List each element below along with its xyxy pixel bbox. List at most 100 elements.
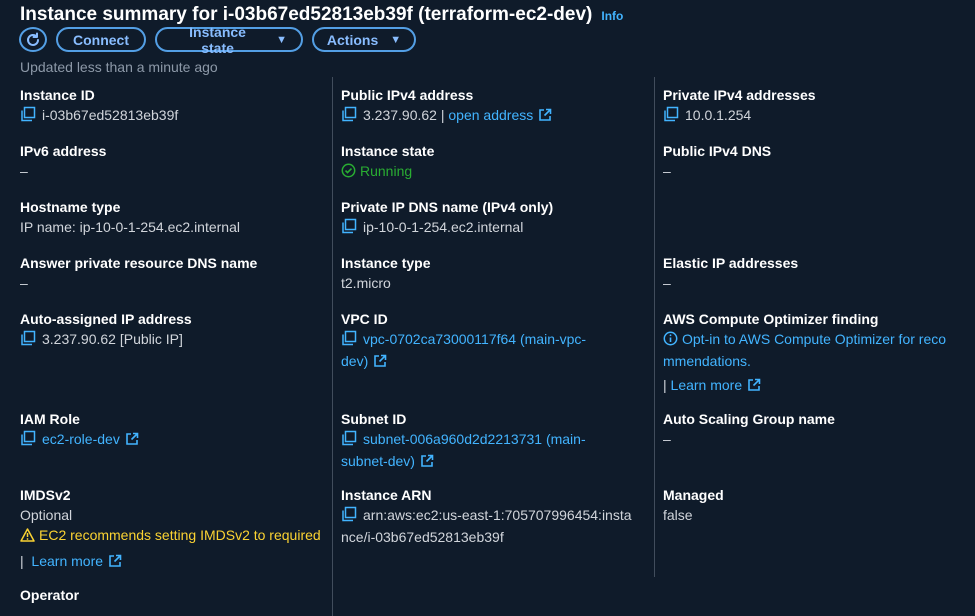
- field-label: Elastic IP addresses: [663, 255, 799, 271]
- optimizer-opt-in-link-cont[interactable]: mmendations.: [663, 351, 946, 371]
- check-circle-icon: [341, 163, 356, 183]
- optimizer-learn-more-link[interactable]: Learn more: [671, 377, 743, 393]
- field-label: Operator: [20, 587, 80, 603]
- field-instance-type: Instance type t2.micro: [341, 253, 430, 293]
- field-label: Auto-assigned IP address: [20, 311, 192, 327]
- external-link-icon[interactable]: [747, 377, 761, 397]
- instance-type-value: t2.micro: [341, 275, 391, 291]
- separator: |: [440, 107, 445, 123]
- copy-icon[interactable]: [341, 430, 357, 451]
- instance-state-button[interactable]: Instance state ▼: [155, 24, 303, 56]
- managed-value: false: [663, 507, 693, 523]
- field-private-ipv4: Private IPv4 addresses 10.0.1.254: [663, 85, 816, 127]
- field-label: AWS Compute Optimizer finding: [663, 311, 879, 327]
- field-asg: Auto Scaling Group name –: [663, 409, 835, 449]
- copy-icon[interactable]: [341, 218, 357, 239]
- optimizer-opt-in-link[interactable]: Opt-in to AWS Compute Optimizer for reco: [682, 331, 946, 347]
- field-label: Public IPv4 DNS: [663, 143, 772, 159]
- field-public-ipv4: Public IPv4 address 3.237.90.62 | open a…: [341, 85, 552, 127]
- arn-value: arn:aws:ec2:us-east-1:705707996454:insta: [363, 507, 632, 523]
- field-ipv6: IPv6 address –: [20, 141, 106, 181]
- field-auto-ip: Auto-assigned IP address 3.237.90.62 [Pu…: [20, 309, 192, 351]
- subnet-link-cont[interactable]: subnet-dev): [341, 453, 415, 469]
- field-label: VPC ID: [341, 311, 388, 327]
- field-label: Instance state: [341, 143, 435, 159]
- vpc-link[interactable]: vpc-0702ca73000117f64 (main-vpc-: [363, 331, 586, 347]
- instance-state-label: Instance state: [189, 23, 246, 56]
- field-vpc-id: VPC ID vpc-0702ca73000117f64 (main-vpc- …: [341, 309, 586, 373]
- private-ipv4-value: 10.0.1.254: [685, 107, 752, 123]
- open-address-link[interactable]: open address: [448, 107, 533, 123]
- field-instance-arn: Instance ARN arn:aws:ec2:us-east-1:70570…: [341, 485, 632, 547]
- field-label: Instance ARN: [341, 487, 432, 503]
- hostname-type-value: IP name: ip-10-0-1-254.ec2.internal: [20, 219, 240, 235]
- external-link-icon[interactable]: [373, 353, 387, 373]
- auto-ip-value: 3.237.90.62 [Public IP]: [42, 331, 183, 347]
- instance-state-value: Running: [360, 163, 413, 179]
- field-iam-role: IAM Role ec2-role-dev: [20, 409, 139, 451]
- toolbar: Connect Instance state ▼ Actions ▼: [19, 24, 425, 56]
- copy-icon[interactable]: [341, 106, 357, 127]
- field-label: IMDSv2: [20, 487, 71, 503]
- refresh-button[interactable]: [19, 27, 47, 52]
- external-link-icon[interactable]: [125, 431, 139, 451]
- external-link-icon[interactable]: [108, 553, 122, 573]
- private-dns-value: ip-10-0-1-254.ec2.internal: [363, 219, 524, 235]
- actions-button[interactable]: Actions ▼: [312, 27, 416, 52]
- field-label: Instance type: [341, 255, 431, 271]
- separator: |: [663, 377, 667, 393]
- imdsv2-learn-more-link[interactable]: Learn more: [31, 553, 103, 569]
- field-label: Auto Scaling Group name: [663, 411, 835, 427]
- column-divider: [654, 77, 655, 577]
- external-link-icon[interactable]: [420, 453, 434, 473]
- vpc-link-cont[interactable]: dev): [341, 353, 368, 369]
- imdsv2-value: Optional: [20, 507, 73, 523]
- copy-icon[interactable]: [663, 106, 679, 127]
- field-label: Subnet ID: [341, 411, 407, 427]
- field-instance-state: Instance state Running: [341, 141, 434, 183]
- field-label: Managed: [663, 487, 724, 503]
- field-label: Answer private resource DNS name: [20, 255, 258, 271]
- copy-icon[interactable]: [20, 330, 36, 351]
- elastic-ip-value: –: [663, 275, 671, 291]
- field-operator: Operator: [20, 585, 79, 605]
- actions-label: Actions: [326, 31, 379, 48]
- answer-dns-value: –: [20, 275, 28, 291]
- copy-icon[interactable]: [341, 330, 357, 351]
- column-divider: [332, 77, 333, 616]
- page-title: Instance summary for i-03b67ed52813eb39f…: [20, 4, 593, 25]
- iam-role-link[interactable]: ec2-role-dev: [42, 431, 120, 447]
- public-ipv4-value: 3.237.90.62: [363, 107, 437, 123]
- field-label: IPv6 address: [20, 143, 107, 159]
- external-link-icon[interactable]: [538, 107, 552, 127]
- copy-icon[interactable]: [20, 430, 36, 451]
- field-label: Instance ID: [20, 87, 95, 103]
- field-answer-dns: Answer private resource DNS name –: [20, 253, 257, 293]
- field-managed: Managed false: [663, 485, 724, 525]
- imdsv2-warning: EC2 recommends setting IMDSv2 to require…: [39, 527, 321, 543]
- field-label: Public IPv4 address: [341, 87, 474, 103]
- copy-icon[interactable]: [20, 106, 36, 127]
- connect-button[interactable]: Connect: [56, 27, 146, 52]
- caret-down-icon: ▼: [390, 33, 402, 46]
- field-compute-optimizer: AWS Compute Optimizer finding Opt-in to …: [663, 309, 946, 397]
- field-instance-id: Instance ID i-03b67ed52813eb39f: [20, 85, 178, 127]
- warning-icon: [20, 527, 35, 547]
- info-link[interactable]: Info: [601, 9, 623, 23]
- public-dns-value: –: [663, 163, 671, 179]
- separator: |: [20, 553, 24, 569]
- field-subnet-id: Subnet ID subnet-006a960d2d2213731 (main…: [341, 409, 586, 473]
- instance-id-value: i-03b67ed52813eb39f: [42, 107, 179, 123]
- copy-icon[interactable]: [341, 506, 357, 527]
- arn-value-cont: nce/i-03b67ed52813eb39f: [341, 529, 504, 545]
- field-public-dns: Public IPv4 DNS –: [663, 141, 771, 181]
- field-label: IAM Role: [20, 411, 80, 427]
- info-circle-icon: [663, 331, 678, 351]
- field-hostname-type: Hostname type IP name: ip-10-0-1-254.ec2…: [20, 197, 240, 237]
- field-label: Private IP DNS name (IPv4 only): [341, 199, 554, 215]
- field-label: Hostname type: [20, 199, 121, 215]
- asg-value: –: [663, 431, 671, 447]
- field-imdsv2: IMDSv2 Optional EC2 recommends setting I…: [20, 485, 321, 573]
- subnet-link[interactable]: subnet-006a960d2d2213731 (main-: [363, 431, 586, 447]
- ipv6-value: –: [20, 163, 28, 179]
